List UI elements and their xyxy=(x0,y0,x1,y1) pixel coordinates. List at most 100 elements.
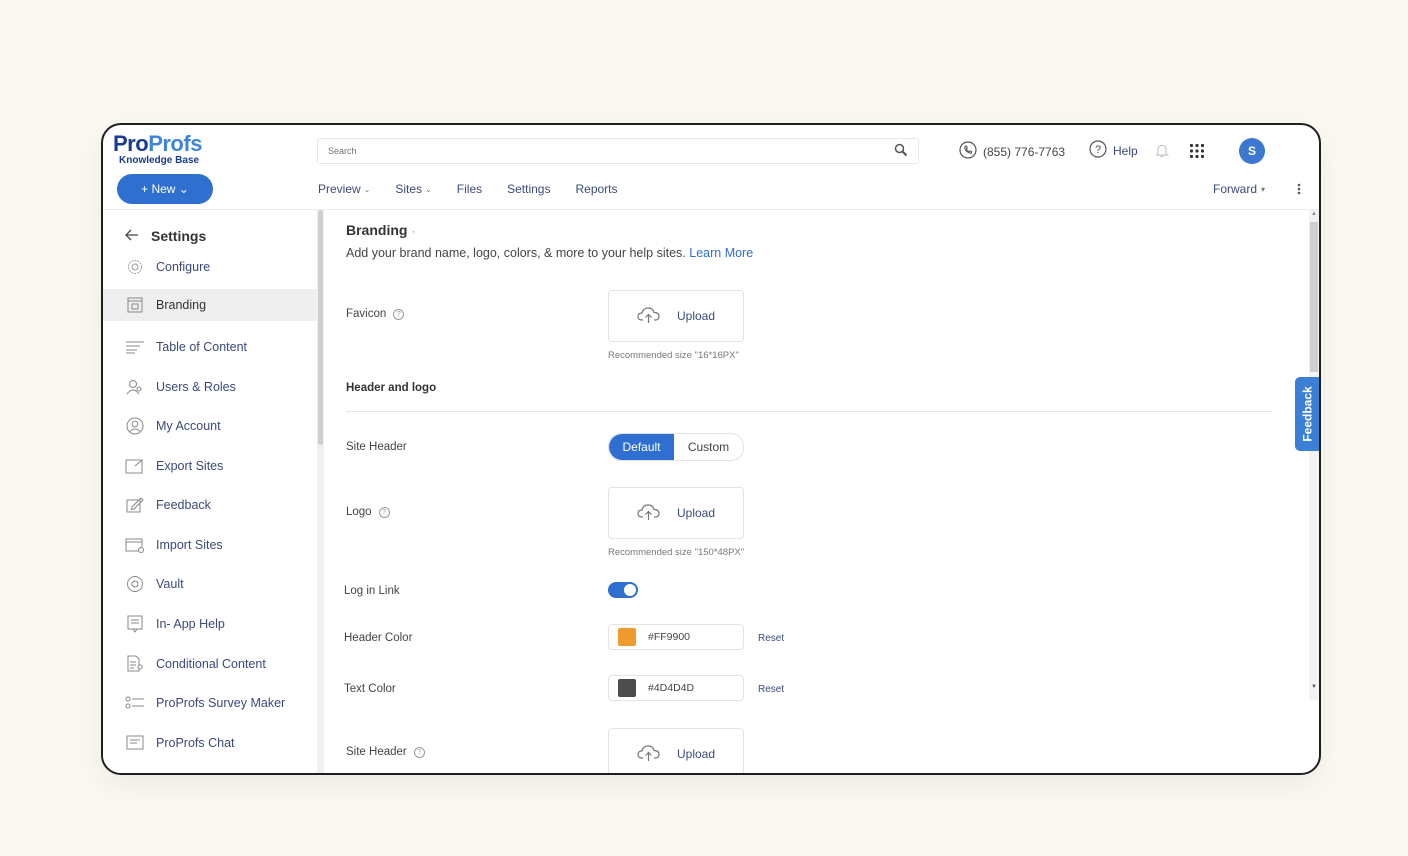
site-header-label: Site Header xyxy=(346,441,407,453)
search-bar xyxy=(317,138,919,164)
sidebar-item-table-of-content[interactable]: Table of Content xyxy=(103,331,317,363)
sidebar-item-branding[interactable]: Branding xyxy=(103,289,317,321)
feedback-tab-label: Feedback xyxy=(1301,386,1316,442)
scroll-up-arrow-icon[interactable]: ▲ xyxy=(1311,211,1317,217)
help-label: Help xyxy=(1113,143,1138,158)
section-header-and-logo: Header and logo xyxy=(346,382,437,394)
login-link-label: Log in Link xyxy=(344,585,400,597)
sidebar-item-users-roles[interactable]: Users & Roles xyxy=(103,371,317,403)
sidebar-item-chat[interactable]: ProProfs Chat xyxy=(103,727,317,759)
import-icon xyxy=(124,536,146,554)
conditional-icon xyxy=(124,655,146,673)
proprofs-logo[interactable]: ProProfs Knowledge Base xyxy=(113,131,202,167)
login-link-toggle[interactable] xyxy=(608,582,638,598)
toc-icon xyxy=(124,338,146,356)
bell-icon[interactable] xyxy=(1154,143,1170,163)
favicon-hint: Recommended size "16*16PX" xyxy=(608,350,739,361)
sidebar-item-label: Export Sites xyxy=(156,459,224,473)
sidebar-item-label: My Account xyxy=(156,419,221,433)
sidebar-item-in-app-help[interactable]: In- App Help xyxy=(103,608,317,640)
chevron-down-icon: ⌄ xyxy=(425,184,432,194)
text-color-input[interactable]: #4D4D4D xyxy=(608,675,744,701)
phone-contact[interactable]: (855) 776-7763 xyxy=(959,141,1065,162)
vault-icon xyxy=(124,575,146,593)
new-button[interactable]: + New ⌄ xyxy=(117,174,213,204)
back-arrow-icon[interactable] xyxy=(125,228,139,244)
logo-label: Logo ? xyxy=(346,506,390,518)
search-icon[interactable] xyxy=(894,143,908,162)
text-color-swatch[interactable] xyxy=(618,679,636,697)
header-color-input[interactable]: #FF9900 xyxy=(608,624,744,650)
site-header-2-label: Site Header ? xyxy=(346,746,425,758)
text-color-label-text: Text Color xyxy=(344,683,396,695)
default-option[interactable]: Default xyxy=(609,434,674,460)
help-icon: ? xyxy=(1089,140,1107,161)
section-divider xyxy=(346,411,1272,412)
text-color-reset-link[interactable]: Reset xyxy=(758,684,784,695)
sidebar-item-label: Table of Content xyxy=(156,340,248,354)
upload-label: Upload xyxy=(676,747,716,761)
sidebar-item-import-sites[interactable]: Import Sites xyxy=(103,529,317,561)
main-scrollbar-thumb[interactable] xyxy=(1310,222,1318,372)
chevron-down-icon: ⌄ xyxy=(363,184,371,194)
nav-settings[interactable]: Settings xyxy=(507,182,550,196)
page-title: Branding · xyxy=(346,222,415,238)
scroll-down-arrow-icon[interactable]: ▼ xyxy=(1311,684,1317,690)
logo-brand-part2: Profs xyxy=(148,131,202,156)
nav-sites-label: Sites xyxy=(395,182,423,196)
sidebar-item-label: Feedback xyxy=(156,498,211,512)
chat-icon xyxy=(124,734,146,752)
svg-text:?: ? xyxy=(1095,144,1101,156)
logo-brand-part1: Pro xyxy=(113,131,149,156)
info-icon[interactable]: ? xyxy=(393,308,405,320)
nav-preview-label: Preview xyxy=(318,182,361,196)
logo-upload-button[interactable]: Upload xyxy=(608,487,744,539)
sidebar-item-my-account[interactable]: My Account xyxy=(103,410,317,442)
site-header-upload-button[interactable]: Upload xyxy=(608,728,744,773)
favicon-upload-button[interactable]: Upload xyxy=(608,290,744,342)
sidebar-item-label: In- App Help xyxy=(156,617,225,631)
forward-menu[interactable]: Forward ▾ xyxy=(1213,182,1265,196)
nav-reports[interactable]: Reports xyxy=(575,182,617,196)
cloud-upload-icon xyxy=(637,744,661,765)
sidebar-scrollbar-thumb[interactable] xyxy=(318,210,323,445)
header-color-swatch[interactable] xyxy=(618,628,636,646)
cloud-upload-icon xyxy=(637,503,661,524)
nav-files[interactable]: Files xyxy=(457,182,482,196)
nav-preview[interactable]: Preview ⌄ xyxy=(318,182,370,196)
sidebar-item-vault[interactable]: Vault xyxy=(103,568,317,600)
sidebar-item-conditional-content[interactable]: Conditional Content xyxy=(103,648,317,680)
cloud-upload-icon xyxy=(637,306,661,327)
site-header-toggle: Default Custom xyxy=(608,433,744,461)
search-input[interactable] xyxy=(326,139,870,163)
sidebar-item-label: Configure xyxy=(156,260,211,274)
info-icon[interactable]: ? xyxy=(413,746,425,758)
phone-number: (855) 776-7763 xyxy=(983,144,1066,159)
help-link[interactable]: ? Help xyxy=(1089,140,1138,161)
description-text: Add your brand name, logo, colors, & mor… xyxy=(346,246,686,260)
sidebar-item-configure[interactable]: Configure xyxy=(103,251,317,283)
sidebar-scrollbar[interactable] xyxy=(317,210,324,773)
info-icon[interactable]: ? xyxy=(378,506,390,518)
header-color-reset-link[interactable]: Reset xyxy=(758,633,784,644)
learn-more-link[interactable]: Learn More xyxy=(689,246,753,260)
user-avatar[interactable]: S xyxy=(1239,138,1265,164)
logo-hint: Recommended size "150*48PX" xyxy=(608,547,745,558)
header-color-label: Header Color xyxy=(344,632,412,644)
nav-sites[interactable]: Sites ⌄ xyxy=(395,182,431,196)
caret-down-icon: ▾ xyxy=(1261,184,1266,194)
export-icon xyxy=(124,457,146,475)
page-title-text: Branding xyxy=(346,222,408,238)
header-color-label-text: Header Color xyxy=(344,632,413,644)
sidebar-item-label: Conditional Content xyxy=(156,657,266,671)
upload-label: Upload xyxy=(676,309,716,323)
apps-grid-icon[interactable] xyxy=(1189,143,1205,164)
sidebar-item-export-sites[interactable]: Export Sites xyxy=(103,450,317,482)
more-options-icon[interactable] xyxy=(1297,183,1301,195)
sidebar-item-survey-maker[interactable]: ProProfs Survey Maker xyxy=(103,687,317,719)
toggle-knob xyxy=(624,584,636,596)
custom-option[interactable]: Custom xyxy=(674,434,743,460)
main-scrollbar[interactable]: ▲ ▼ xyxy=(1309,210,1319,700)
feedback-tab[interactable]: Feedback xyxy=(1295,377,1319,451)
sidebar-item-feedback[interactable]: Feedback xyxy=(103,489,317,521)
